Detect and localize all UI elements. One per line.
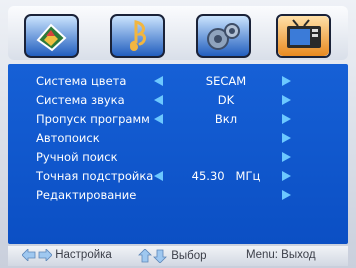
tab-channel[interactable]	[276, 14, 331, 58]
arrow-right-icon[interactable]	[282, 190, 291, 200]
left-right-arrows-icon	[22, 249, 52, 261]
tab-sound[interactable]	[110, 14, 165, 58]
help-select: Выбор	[138, 249, 207, 263]
up-down-arrows-icon	[138, 249, 167, 263]
arrow-right-icon[interactable]	[282, 95, 291, 105]
arrow-right-icon[interactable]	[282, 76, 291, 86]
tab-picture[interactable]	[24, 14, 79, 58]
menu-item-fine-tune[interactable]: Точная подстройка 45.30 МГц	[8, 166, 348, 186]
menu-item-skip-program[interactable]: Пропуск программ Вкл	[8, 109, 348, 129]
menu-item-value: DK	[217, 93, 235, 107]
tv-icon	[278, 16, 329, 56]
menu-item-value: SECAM	[205, 74, 247, 88]
help-exit-label: Menu: Выход	[246, 249, 316, 261]
tab-setup[interactable]	[196, 14, 251, 58]
help-select-label: Выбор	[171, 250, 207, 263]
arrow-right-icon[interactable]	[282, 133, 291, 143]
arrow-right-icon[interactable]	[282, 171, 291, 181]
arrow-left-icon[interactable]	[154, 95, 163, 105]
menu-item-auto-search[interactable]: Автопоиск	[8, 128, 348, 148]
arrow-left-icon[interactable]	[154, 114, 163, 124]
arrow-right-icon[interactable]	[282, 114, 291, 124]
menu-item-label: Система цвета	[36, 74, 127, 88]
menu-item-label: Точная подстройка	[36, 169, 154, 183]
menu-item-label: Ручной поиск	[36, 150, 118, 164]
menu-item-value: 45.30 МГц	[191, 169, 261, 183]
music-note-icon	[110, 14, 165, 58]
help-adjust: Настройка	[22, 249, 112, 261]
tv-osd-screen: Система цвета SECAM Система звука DK Про…	[0, 0, 356, 268]
menu-item-label: Система звука	[36, 93, 125, 107]
picture-icon	[24, 14, 79, 58]
help-adjust-label: Настройка	[55, 249, 112, 262]
menu-item-edit[interactable]: Редактирование	[8, 185, 348, 205]
arrow-left-icon[interactable]	[154, 171, 163, 181]
menu-item-color-system[interactable]: Система цвета SECAM	[8, 71, 348, 91]
arrow-left-icon[interactable]	[154, 76, 163, 86]
help-bar: Настройка Выбор Menu: Выход	[8, 246, 348, 266]
channel-menu-panel: Система цвета SECAM Система звука DK Про…	[8, 64, 348, 244]
menu-item-label: Редактирование	[36, 188, 137, 202]
menu-item-value: Вкл	[214, 112, 238, 126]
menu-tab-bar	[8, 6, 348, 60]
menu-item-label: Пропуск программ	[36, 112, 150, 126]
gear-icon	[196, 14, 251, 58]
menu-item-sound-system[interactable]: Система звука DK	[8, 90, 348, 110]
arrow-right-icon[interactable]	[282, 152, 291, 162]
menu-item-manual-search[interactable]: Ручной поиск	[8, 147, 348, 167]
menu-item-label: Автопоиск	[36, 131, 100, 145]
